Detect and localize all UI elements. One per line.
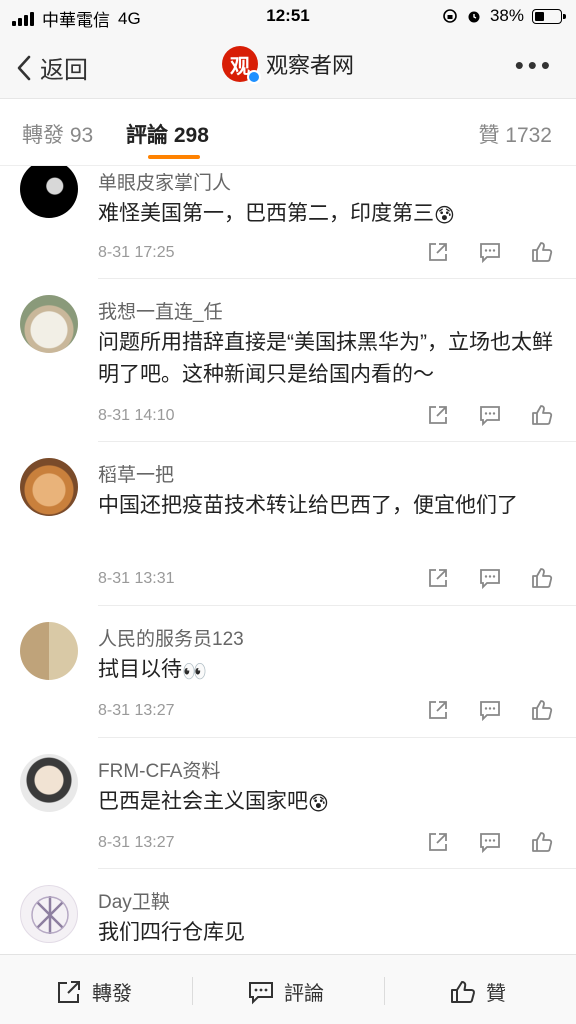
- tab-bar: 轉發 93 評論 298 贊 1732: [0, 98, 576, 166]
- avatar[interactable]: [20, 295, 78, 353]
- share-icon[interactable]: [426, 566, 450, 590]
- like-icon[interactable]: [530, 240, 554, 264]
- comment-date: 8-31 13:27: [98, 702, 175, 719]
- comment-item: 稻草一把 中国还把疫苗技术转让给巴西了，便宜他们了 8-31 13:31: [0, 442, 576, 606]
- divider: [384, 977, 385, 1005]
- comment-item: Day卫鞅 我们四行仓库见: [0, 869, 576, 954]
- avatar[interactable]: [20, 622, 78, 680]
- avatar[interactable]: [20, 754, 78, 812]
- more-button[interactable]: •••: [515, 52, 554, 78]
- exo-logo-icon: [31, 896, 69, 934]
- comment-emoji: 😰: [434, 205, 455, 227]
- page-title[interactable]: 观察者网: [266, 48, 354, 80]
- comment-author[interactable]: 稻草一把: [98, 460, 174, 487]
- comment-body: 中国还把疫苗技术转让给巴西了，便宜他们了: [98, 494, 518, 517]
- comment-label: 評論: [284, 983, 324, 1005]
- avatar[interactable]: [20, 458, 78, 516]
- comment-text: 问题所用措辞直接是“美国抹黑华为”，立场也太鲜明了吧。这种新闻只是给国内看的～: [98, 327, 554, 391]
- avatar[interactable]: [20, 885, 78, 943]
- like-label: 贊: [486, 983, 506, 1005]
- tab-repost[interactable]: 轉發 93: [22, 119, 93, 149]
- comment-body: 我们四行仓库见: [98, 921, 245, 944]
- comment-actions: [426, 240, 554, 264]
- comment-body: 拭目以待: [98, 658, 182, 681]
- comment-actions: [426, 830, 554, 854]
- alarm-icon: [468, 11, 480, 23]
- avatar[interactable]: [20, 166, 78, 218]
- comment-text: 巴西是社会主义国家吧😰: [98, 786, 554, 820]
- like-icon[interactable]: [530, 403, 554, 427]
- comment-author[interactable]: 单眼皮家掌门人: [98, 168, 231, 195]
- battery-percent: 38%: [489, 6, 524, 25]
- comment-date: 8-31 13:31: [98, 570, 175, 587]
- comment-text: 我们四行仓库见: [98, 917, 554, 949]
- repost-label: 轉發: [92, 983, 132, 1005]
- tab-like[interactable]: 贊 1732: [478, 119, 552, 149]
- reply-icon[interactable]: [478, 830, 502, 854]
- comment-text: 中国还把疫苗技术转让给巴西了，便宜他们了: [98, 490, 554, 522]
- reply-icon[interactable]: [478, 403, 502, 427]
- like-icon[interactable]: [530, 830, 554, 854]
- comment-body: 难怪美国第一，巴西第二，印度第三: [98, 202, 434, 225]
- reply-icon[interactable]: [478, 698, 502, 722]
- comment-emoji: 😰: [308, 793, 329, 815]
- status-bar: 中華電信 4G 12:51 38%: [0, 0, 576, 32]
- like-icon[interactable]: [530, 566, 554, 590]
- comment-author[interactable]: 人民的服务员123: [98, 624, 244, 651]
- comment-body: 问题所用措辞直接是“美国抹黑华为”，立场也太鲜明了吧。这种新闻只是给国内看的～: [98, 331, 553, 386]
- comment-item: 我想一直连_任 问题所用措辞直接是“美国抹黑华为”，立场也太鲜明了吧。这种新闻只…: [0, 279, 576, 442]
- battery-icon: [532, 8, 566, 24]
- thumbs-up-icon: [451, 980, 475, 1003]
- comment-body: 巴西是社会主义国家吧: [98, 790, 308, 813]
- comment-item: 单眼皮家掌门人 难怪美国第一，巴西第二，印度第三😰 8-31 17:25: [0, 166, 576, 279]
- orientation-lock-icon: [443, 9, 457, 23]
- comment-date: 8-31 13:27: [98, 834, 175, 851]
- repost-button[interactable]: 轉發: [56, 977, 132, 1006]
- comment-button[interactable]: 評論: [248, 977, 324, 1006]
- reply-icon[interactable]: [478, 240, 502, 264]
- share-icon[interactable]: [426, 830, 450, 854]
- comment-icon: [249, 981, 273, 1004]
- comment-author[interactable]: Day卫鞅: [98, 887, 170, 914]
- comment-author[interactable]: FRM-CFA资料: [98, 756, 220, 783]
- comment-actions: [426, 403, 554, 427]
- comment-date: 8-31 14:10: [98, 407, 175, 424]
- reply-icon[interactable]: [478, 566, 502, 590]
- comment-emoji: 👀: [182, 661, 207, 683]
- bottom-action-bar: 轉發 評論 贊: [0, 954, 576, 1024]
- verified-badge-icon: [246, 70, 261, 84]
- comment-list[interactable]: 单眼皮家掌门人 难怪美国第一，巴西第二，印度第三😰 8-31 17:25 我想一…: [0, 166, 576, 954]
- like-button[interactable]: 贊: [450, 977, 506, 1006]
- share-icon[interactable]: [426, 240, 450, 264]
- divider: [192, 977, 193, 1005]
- share-icon[interactable]: [426, 403, 450, 427]
- comment-date: 8-31 17:25: [98, 244, 175, 261]
- share-icon: [58, 980, 80, 1003]
- comment-author[interactable]: 我想一直连_任: [98, 297, 223, 324]
- comment-item: 人民的服务员123 拭目以待👀 8-31 13:27: [0, 606, 576, 738]
- brand-avatar[interactable]: 观: [221, 46, 261, 84]
- comment-text: 拭目以待👀: [98, 654, 554, 688]
- nav-bar: 返回 观 观察者网 •••: [0, 32, 576, 98]
- active-tab-indicator: [148, 155, 200, 159]
- comment-actions: [426, 698, 554, 722]
- like-icon[interactable]: [530, 698, 554, 722]
- share-icon[interactable]: [426, 698, 450, 722]
- comment-item: FRM-CFA资料 巴西是社会主义国家吧😰 8-31 13:27: [0, 738, 576, 869]
- comment-text: 难怪美国第一，巴西第二，印度第三😰: [98, 198, 554, 232]
- comment-actions: [426, 566, 554, 590]
